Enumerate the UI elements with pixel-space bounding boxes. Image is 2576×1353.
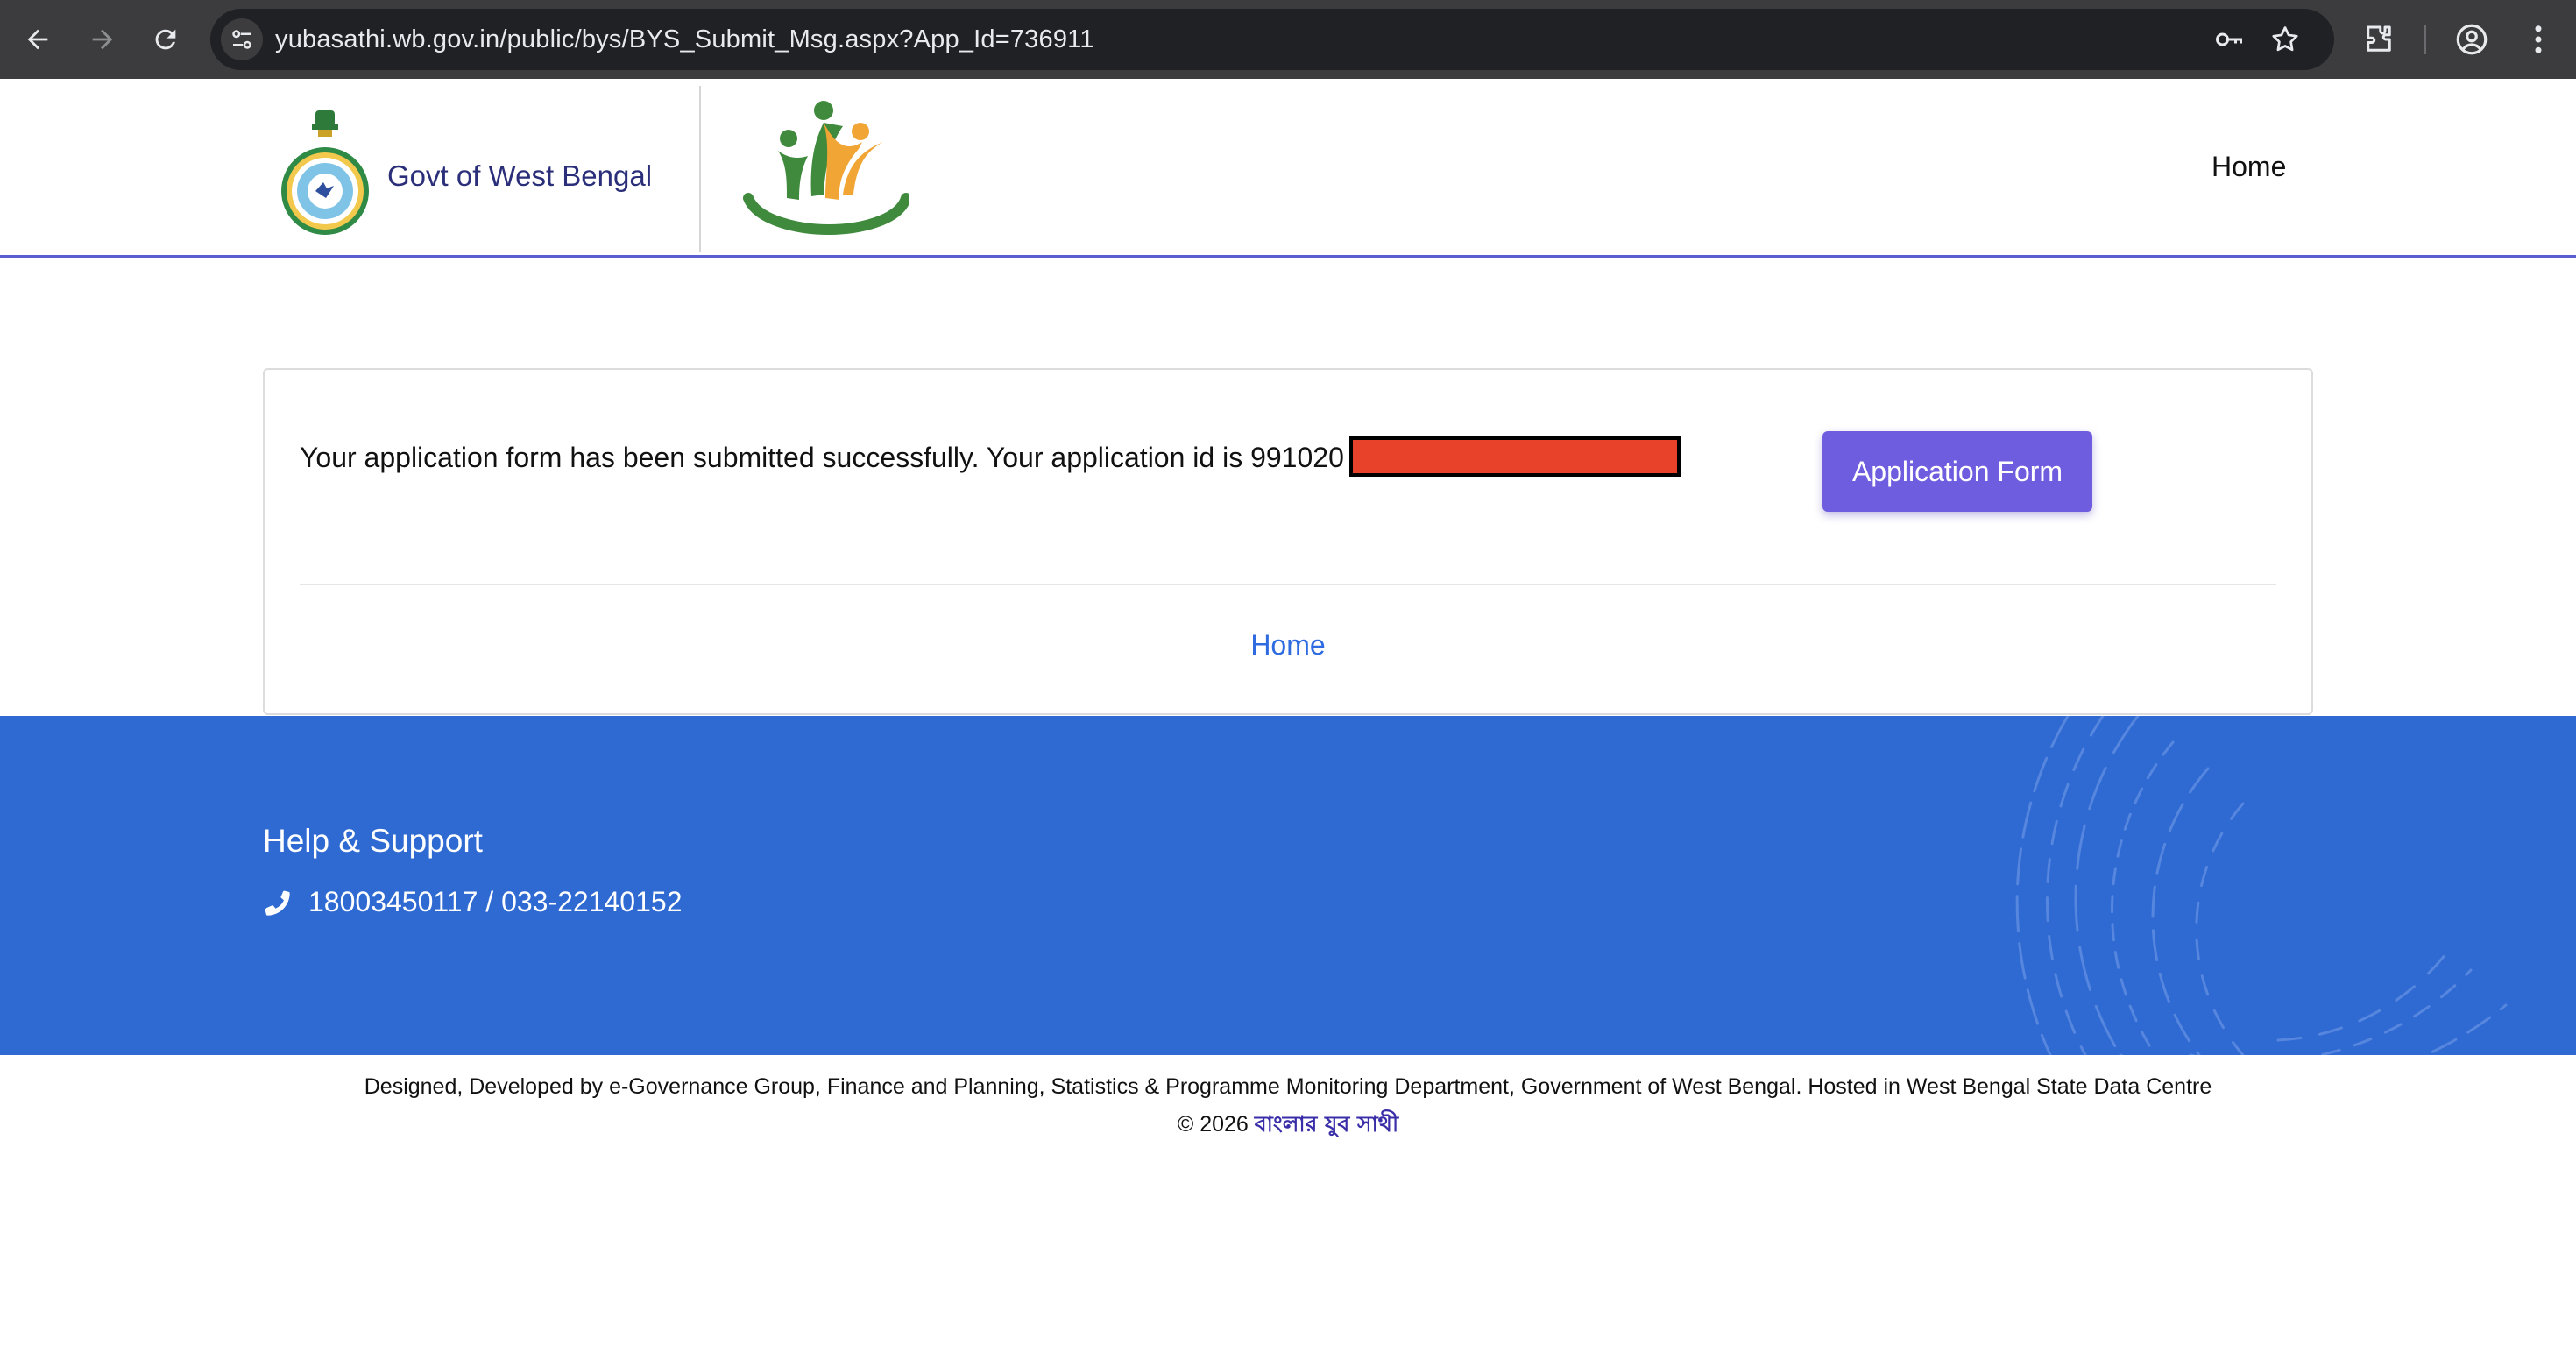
back-arrow-icon xyxy=(27,29,48,50)
browser-toolbar: yubasathi.wb.gov.in/public/bys/BYS_Submi… xyxy=(0,0,2576,79)
success-message: Your application form has been submitted… xyxy=(300,442,1344,473)
brand-name-bengali[interactable]: বাংলার যুব সাথী xyxy=(1255,1111,1398,1137)
reload-button[interactable] xyxy=(145,19,186,60)
site-header: Govt of West Bengal Home xyxy=(0,79,2576,258)
help-support-heading: Help & Support xyxy=(263,823,483,859)
forward-button[interactable] xyxy=(82,19,123,60)
west-bengal-emblem-logo xyxy=(281,110,369,235)
nav-home-link[interactable]: Home xyxy=(2212,151,2286,183)
footer-credits: Designed, Developed by e-Governance Grou… xyxy=(0,1074,2576,1144)
reload-icon xyxy=(155,29,176,50)
extensions-icon[interactable] xyxy=(2360,21,2397,58)
redacted-application-id xyxy=(1349,436,1681,477)
url-text[interactable]: yubasathi.wb.gov.in/public/bys/BYS_Submi… xyxy=(275,9,1094,70)
application-form-button[interactable]: Application Form xyxy=(1822,431,2092,512)
back-button[interactable] xyxy=(18,19,58,60)
profile-icon[interactable] xyxy=(2453,21,2490,58)
header-divider xyxy=(699,86,701,252)
credits-copyright-line: © 2026 বাংলার যুব সাথী xyxy=(0,1107,2576,1144)
toolbar-divider xyxy=(2424,25,2426,54)
govt-of-west-bengal-label: Govt of West Bengal xyxy=(387,159,653,192)
credits-designed-by: Designed, Developed by e-Governance Grou… xyxy=(364,1074,2212,1099)
password-key-icon[interactable] xyxy=(2213,24,2245,55)
decorative-arcs-graphic xyxy=(2015,716,2508,1055)
copyright-text: © 2026 xyxy=(1177,1112,1249,1137)
footer-band: Help & Support 18003450117 / 033-2214015… xyxy=(0,716,2576,1055)
menu-dots-icon[interactable] xyxy=(2520,21,2557,58)
card-home-link[interactable]: Home xyxy=(265,629,2311,662)
support-phone-number[interactable]: 18003450117 / 033-22140152 xyxy=(308,886,682,918)
submission-message-card: Your application form has been submitted… xyxy=(263,368,2313,715)
support-phone-row: 18003450117 / 033-22140152 xyxy=(263,886,682,918)
phone-icon xyxy=(265,890,290,916)
bookmark-star-icon[interactable] xyxy=(2269,24,2301,55)
forward-arrow-icon xyxy=(92,29,113,50)
site-info-button[interactable] xyxy=(221,18,263,60)
bangla-yuba-sathi-logo xyxy=(743,101,909,236)
address-bar[interactable]: yubasathi.wb.gov.in/public/bys/BYS_Submi… xyxy=(210,9,2334,70)
card-divider xyxy=(300,584,2276,585)
site-info-icon xyxy=(232,30,251,49)
